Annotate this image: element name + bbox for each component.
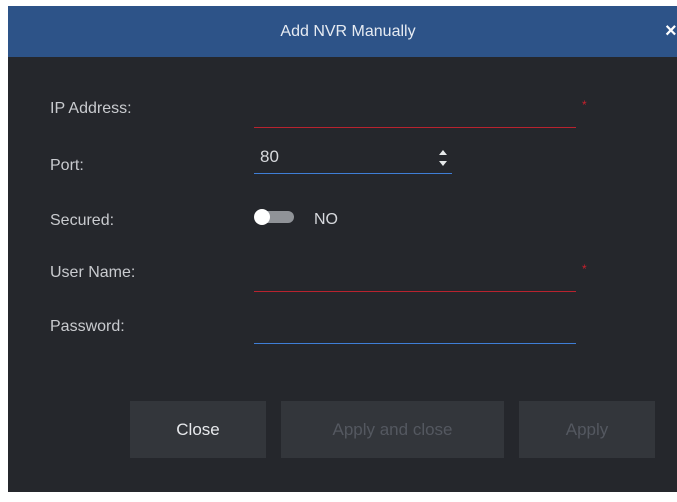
user-name-required-mark: * [582,262,587,276]
port-underline [254,173,452,174]
password-input[interactable] [254,314,576,344]
secured-state: NO [314,211,338,228]
secured-toggle[interactable] [254,209,296,225]
user-name-label: User Name: [50,264,136,281]
toggle-knob [254,209,270,225]
password-label: Password: [50,318,125,335]
apply-button[interactable]: Apply [519,401,655,458]
apply-and-close-button[interactable]: Apply and close [281,401,504,458]
ip-address-input[interactable] [254,98,576,128]
dialog-title: Add NVR Manually [280,23,416,40]
secured-label: Secured: [50,212,115,229]
port-value[interactable]: 80 [260,147,279,167]
password-underline [254,343,576,344]
user-name-underline [254,291,576,292]
close-button[interactable]: Close [130,401,266,458]
dialog-titlebar: Add NVR Manually × [8,6,677,57]
port-input[interactable]: 80 [254,143,452,174]
port-label: Port: [50,157,84,174]
spinner-arrows-icon[interactable] [438,147,448,169]
ip-address-label: IP Address: [50,100,132,117]
ip-address-required-mark: * [582,98,587,112]
user-name-input[interactable] [254,262,576,292]
close-icon[interactable]: × [665,21,677,41]
ip-address-underline [254,127,576,128]
